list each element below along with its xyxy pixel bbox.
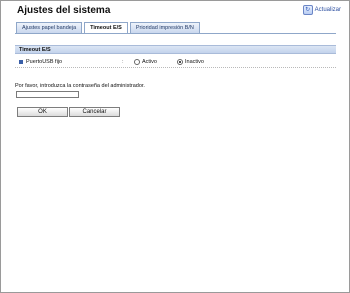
section-header: Timeout E/S bbox=[15, 45, 336, 54]
setting-label: PuertoUSB fijo bbox=[26, 59, 63, 65]
page-title: Ajustes del sistema bbox=[17, 5, 111, 16]
tab-bw-print-priority[interactable]: Prioridad impresión B/N bbox=[129, 22, 200, 33]
radio-active[interactable] bbox=[134, 59, 140, 65]
refresh-icon: ↻ bbox=[302, 5, 313, 15]
password-prompt: Por favor, introduzca la contraseña del … bbox=[15, 83, 145, 89]
option-inactive[interactable]: Inactivo bbox=[177, 57, 204, 67]
setting-row-usb-port: PuertoUSB fijo : Activo Inactivo bbox=[15, 57, 336, 68]
radio-inactive[interactable] bbox=[177, 59, 183, 65]
option-inactive-label: Inactivo bbox=[185, 59, 204, 65]
ok-button[interactable]: OK bbox=[17, 107, 68, 117]
refresh-button[interactable]: ↻ Actualizar bbox=[302, 5, 341, 15]
setting-colon: : bbox=[122, 59, 124, 65]
tab-paper-tray-settings[interactable]: Ajustes papel bandeja bbox=[16, 22, 83, 33]
tab-bar: Ajustes papel bandeja Timeout E/S Priori… bbox=[16, 22, 200, 33]
option-active[interactable]: Activo bbox=[134, 57, 157, 67]
option-active-label: Activo bbox=[142, 59, 157, 65]
tab-divider bbox=[15, 33, 336, 34]
bullet-icon bbox=[19, 60, 23, 64]
refresh-label: Actualizar bbox=[314, 7, 341, 13]
cancel-button[interactable]: Cancelar bbox=[69, 107, 120, 117]
settings-page: Ajustes del sistema ↻ Actualizar Ajustes… bbox=[0, 0, 350, 293]
tab-io-timeout[interactable]: Timeout E/S bbox=[84, 22, 128, 33]
admin-password-input[interactable] bbox=[16, 91, 79, 98]
